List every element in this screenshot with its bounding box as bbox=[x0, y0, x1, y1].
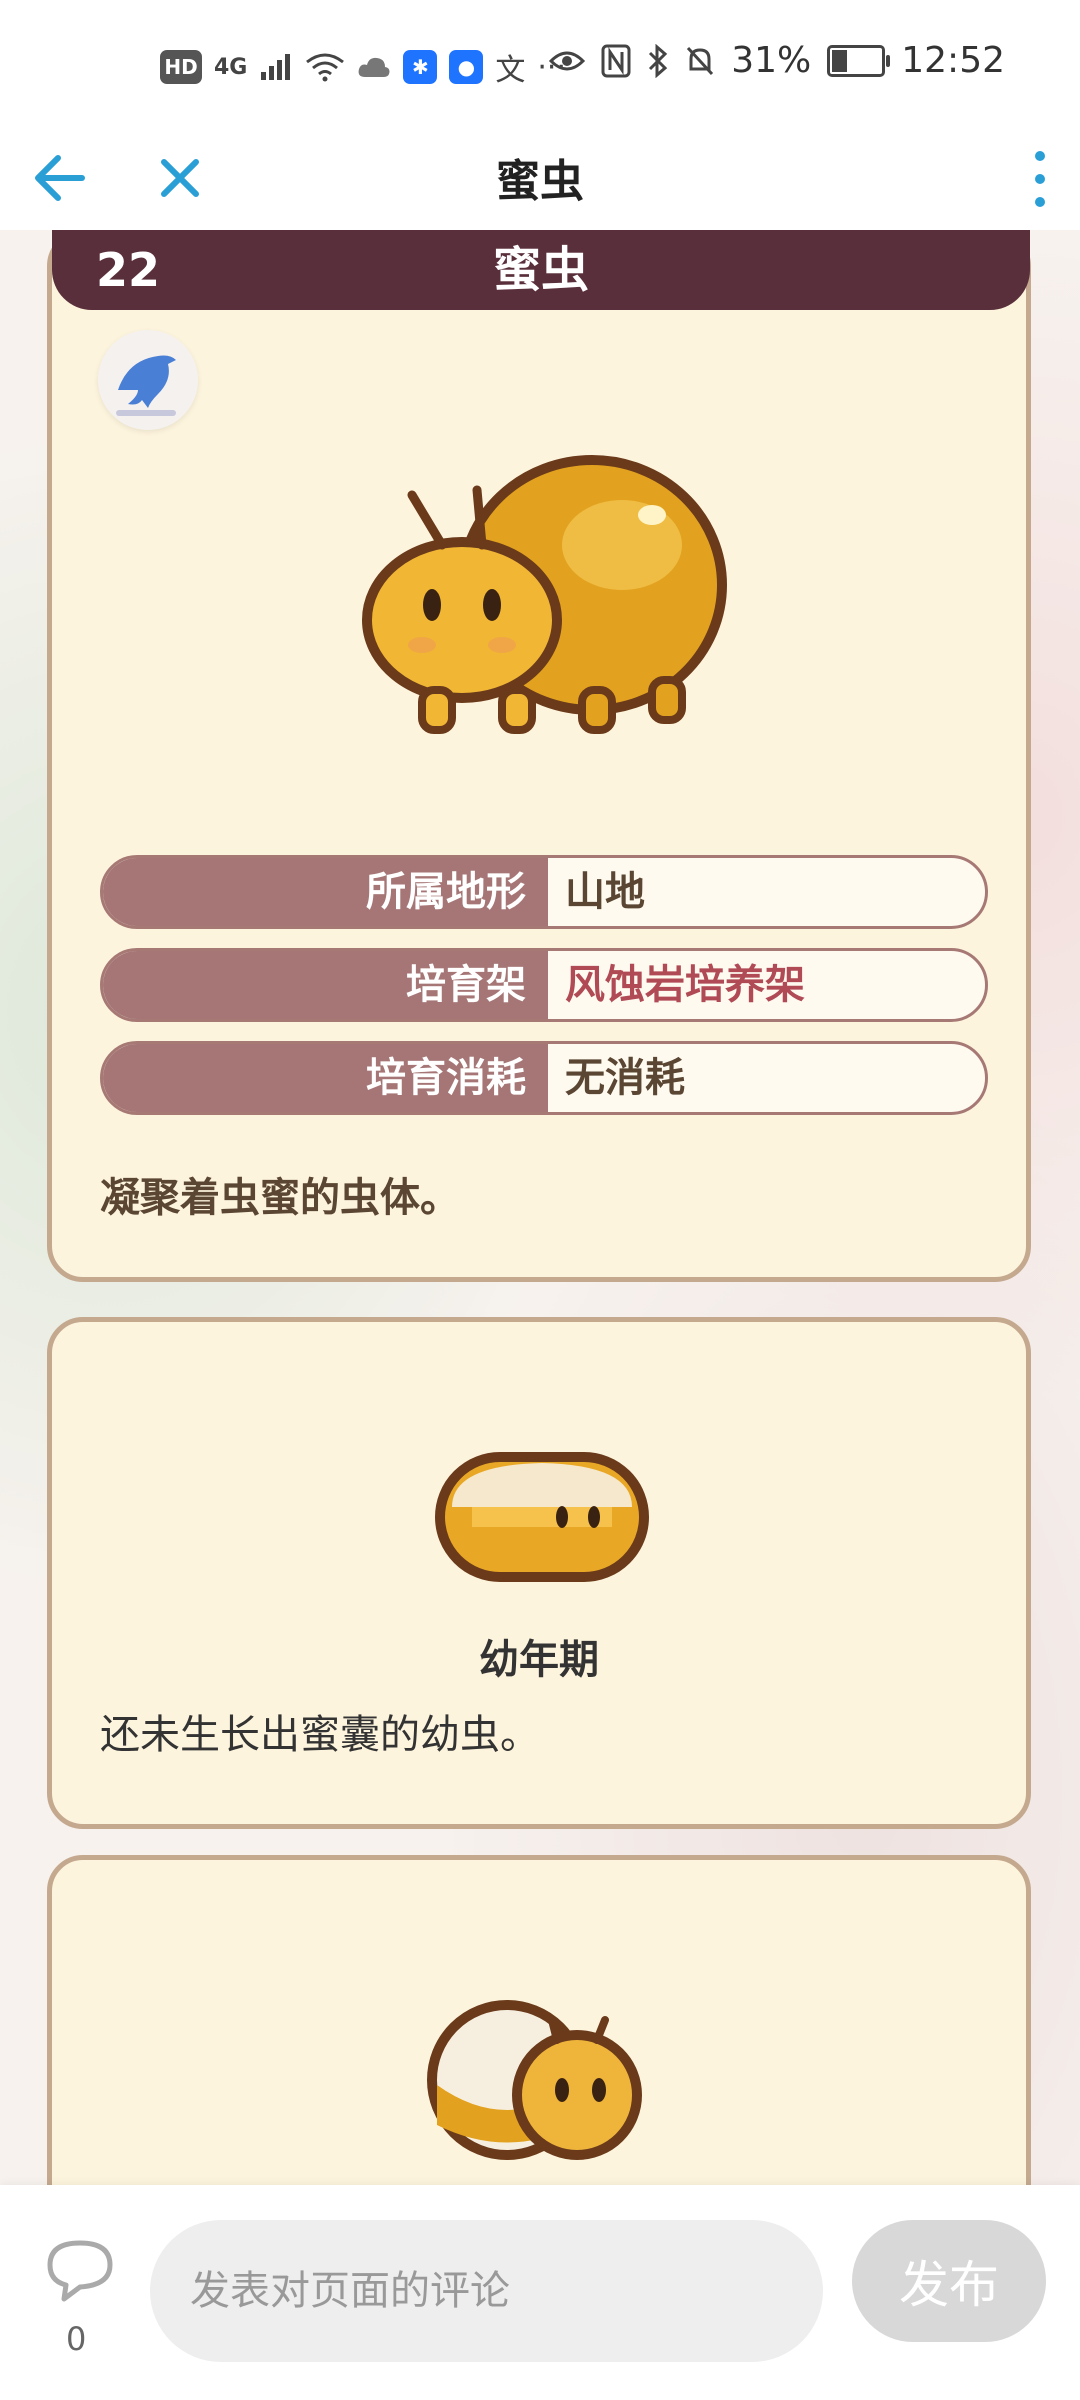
status-left: HD 4G ✱ ● 文 ··· bbox=[160, 45, 566, 89]
larva-illustration bbox=[435, 1452, 649, 1582]
info-row-rack: 培育架 风蚀岩培养架 bbox=[100, 948, 988, 1022]
bulb-icon: ● bbox=[449, 50, 484, 84]
nfc-icon bbox=[601, 44, 631, 77]
mute-icon bbox=[687, 46, 714, 75]
app-notification-icon: ✱ bbox=[403, 50, 438, 84]
info-label: 培育消耗 bbox=[103, 1044, 548, 1112]
hd-badge: HD bbox=[160, 50, 202, 84]
status-bar: HD 4G ✱ ● 文 ··· 31% 12:52 bbox=[0, 0, 1080, 134]
info-row-terrain: 所属地形 山地 bbox=[100, 855, 988, 929]
juvenile-illustration bbox=[427, 2000, 642, 2160]
bluetooth-icon bbox=[649, 43, 668, 78]
stage-name: 幼年期 bbox=[479, 1637, 599, 1683]
comment-count: 0 bbox=[66, 2320, 87, 2358]
back-arrow-icon[interactable] bbox=[30, 146, 90, 210]
floating-assistant-button[interactable] bbox=[98, 330, 198, 430]
stage-card: 幼年期 还未生长出蜜囊的幼虫。 bbox=[47, 1317, 1031, 1829]
dolphin-icon bbox=[116, 355, 176, 416]
status-right: 31% 12:52 bbox=[549, 40, 1005, 81]
more-vert-icon[interactable] bbox=[1020, 144, 1060, 214]
info-value-link[interactable]: 风蚀岩培养架 bbox=[565, 951, 805, 1019]
info-row-cost: 培育消耗 无消耗 bbox=[100, 1041, 988, 1115]
app-bar: 蜜虫 bbox=[0, 134, 1080, 230]
creature-description: 凝聚着虫蜜的虫体。 bbox=[100, 1175, 460, 1221]
battery-fill bbox=[832, 49, 847, 72]
network-type: 4G bbox=[214, 54, 248, 80]
stage-card bbox=[47, 1855, 1031, 2185]
comment-input[interactable] bbox=[150, 2220, 823, 2362]
battery-icon bbox=[827, 44, 891, 77]
card-header: 22 蜜虫 bbox=[52, 230, 1030, 310]
creature-name: 蜜虫 bbox=[492, 242, 589, 298]
honey-bug-illustration bbox=[362, 455, 727, 734]
eye-icon bbox=[549, 51, 586, 70]
main-card: 所属地形 山地 培育架 风蚀岩培养架 培育消耗 无消耗 凝聚着虫蜜的虫体。 bbox=[47, 230, 1031, 1282]
page-content[interactable]: 所属地形 山地 培育架 风蚀岩培养架 培育消耗 无消耗 凝聚着虫蜜的虫体。 22… bbox=[0, 230, 1080, 2185]
battery-percent: 31% bbox=[731, 40, 812, 81]
close-icon[interactable] bbox=[150, 146, 210, 210]
comment-icon[interactable] bbox=[40, 2235, 120, 2305]
info-value: 无消耗 bbox=[565, 1055, 685, 1101]
info-label: 所属地形 bbox=[103, 858, 548, 926]
clock: 12:52 bbox=[901, 40, 1005, 81]
info-label: 培育架 bbox=[103, 951, 548, 1019]
signal-icon bbox=[261, 54, 291, 80]
stage-description: 还未生长出蜜囊的幼虫。 bbox=[100, 1712, 540, 1758]
wifi-icon bbox=[306, 53, 345, 82]
cloud-icon bbox=[358, 57, 390, 77]
translate-icon: 文 bbox=[495, 53, 526, 88]
info-value: 山地 bbox=[565, 869, 645, 915]
post-button[interactable]: 发布 bbox=[852, 2220, 1046, 2342]
comment-bar: 0 发布 bbox=[0, 2185, 1080, 2400]
